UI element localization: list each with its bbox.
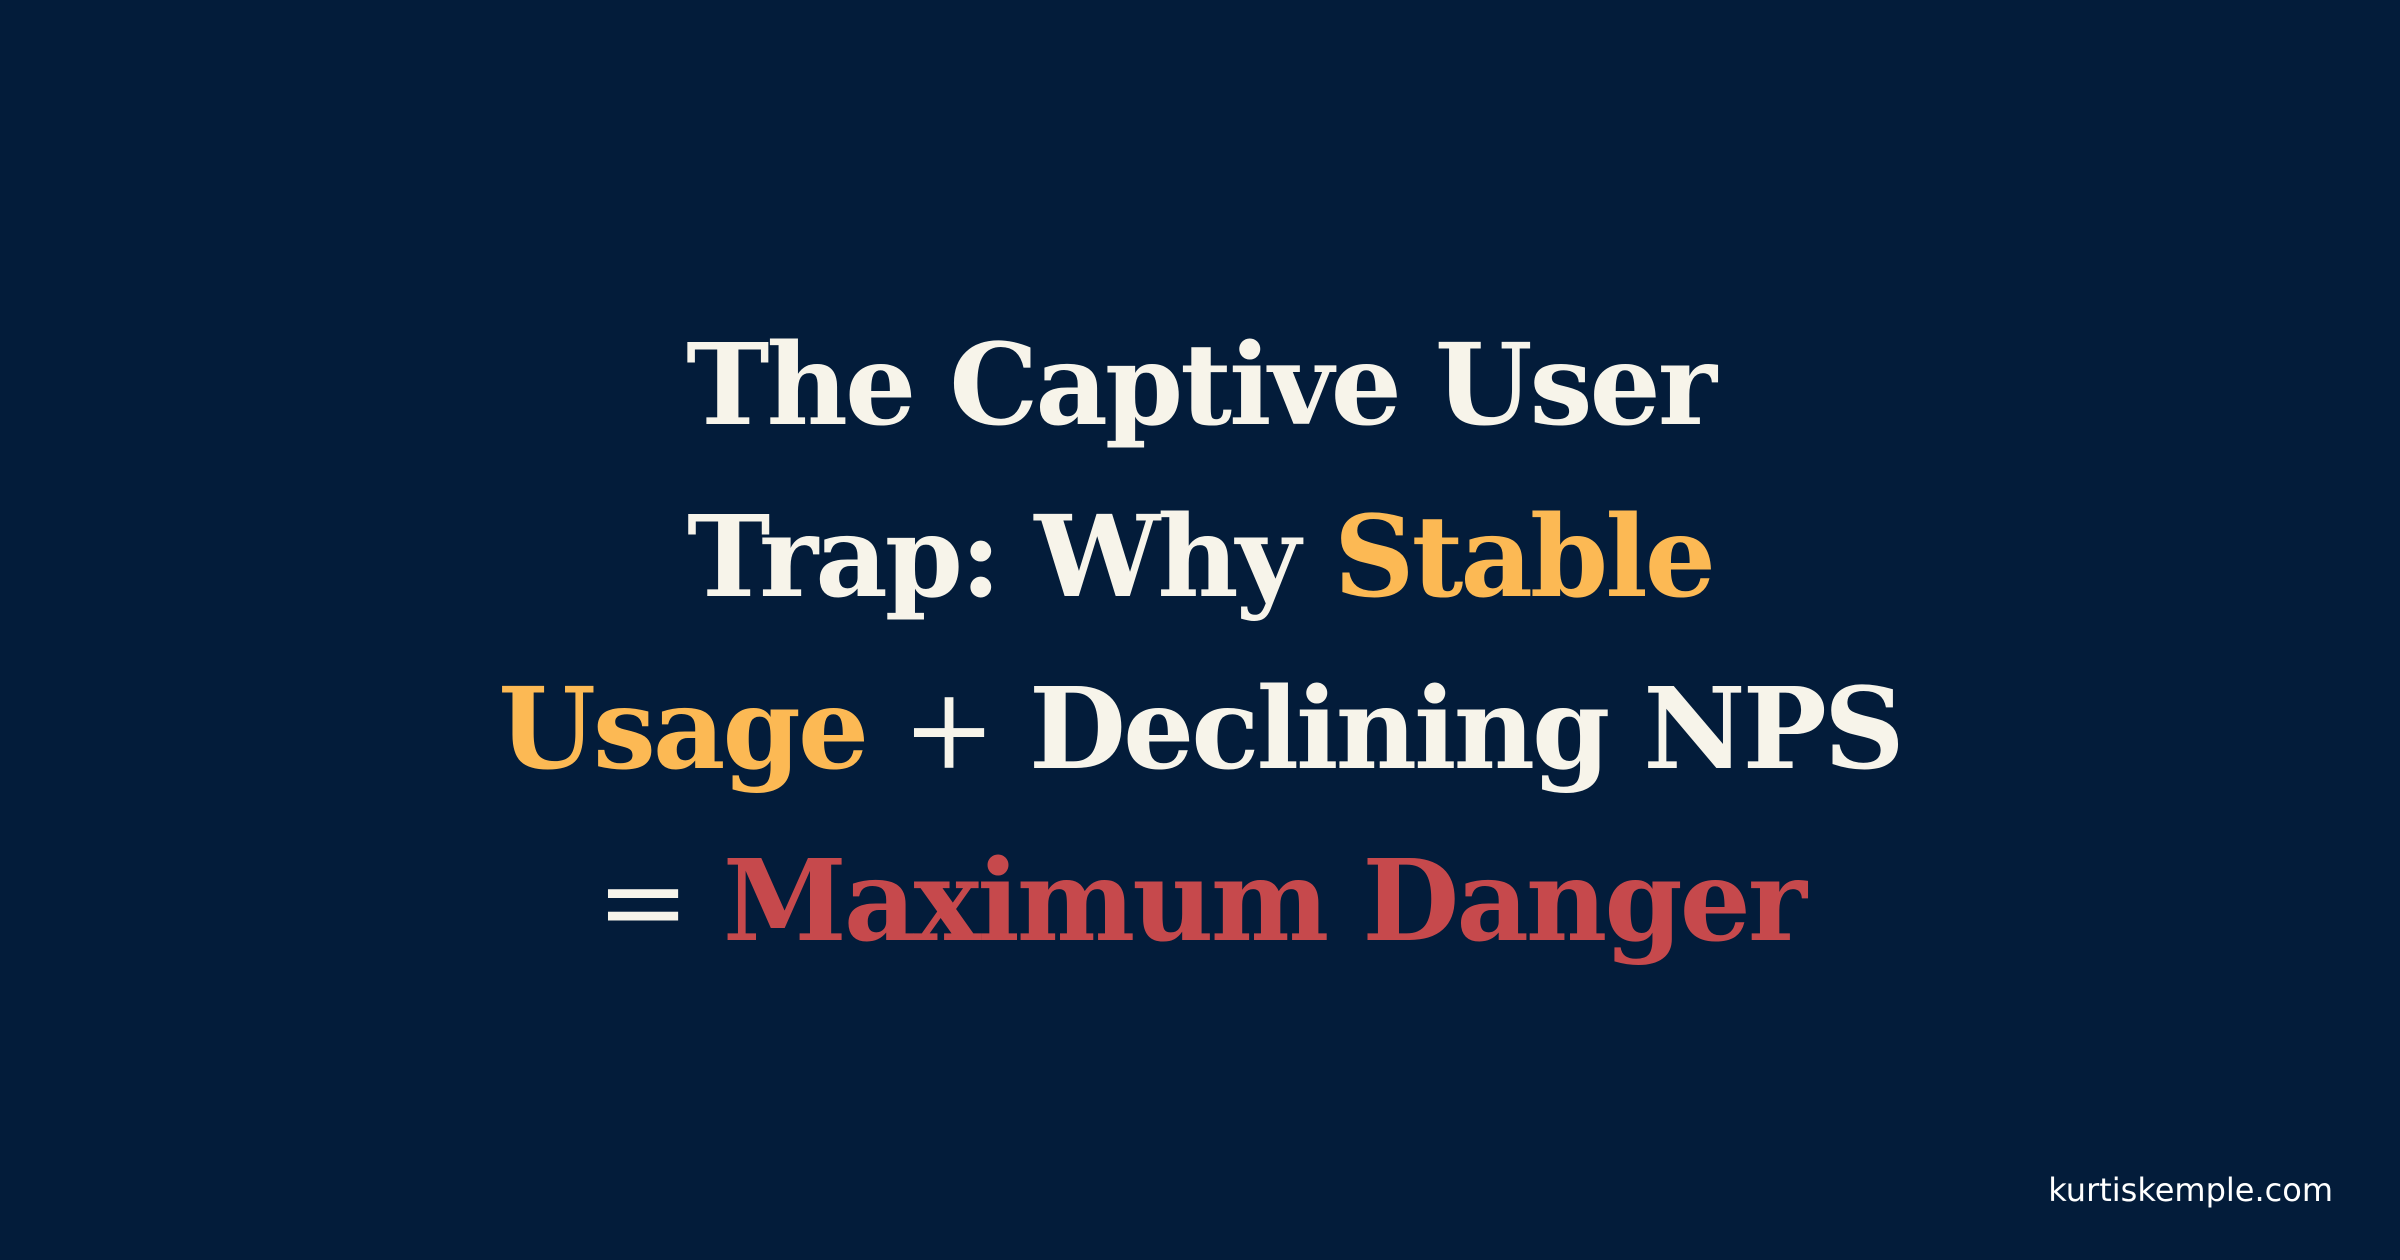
- site-domain: kurtiskemple.com: [2048, 1171, 2333, 1209]
- headline-text: Trap: Why: [686, 492, 1301, 623]
- headline-line-2: Trap: Why Stable: [300, 472, 2100, 644]
- danger-text: Maximum Danger: [722, 836, 1807, 967]
- highlight-stable: Stable: [1333, 492, 1716, 623]
- equals-operator: =: [596, 837, 690, 967]
- plus-operator: +: [902, 665, 996, 795]
- headline-line-1: The Captive User: [300, 300, 2100, 472]
- headline-line-4: = Maximum Danger: [300, 816, 2100, 988]
- highlight-usage: Usage: [498, 664, 869, 795]
- title-card: The Captive User Trap: Why Stable Usage …: [0, 0, 2400, 1260]
- headline-line-3: Usage + Declining NPS: [300, 644, 2100, 816]
- headline: The Captive User Trap: Why Stable Usage …: [300, 300, 2100, 988]
- headline-text: The Captive User: [686, 320, 1717, 451]
- headline-text: Declining NPS: [1028, 664, 1905, 795]
